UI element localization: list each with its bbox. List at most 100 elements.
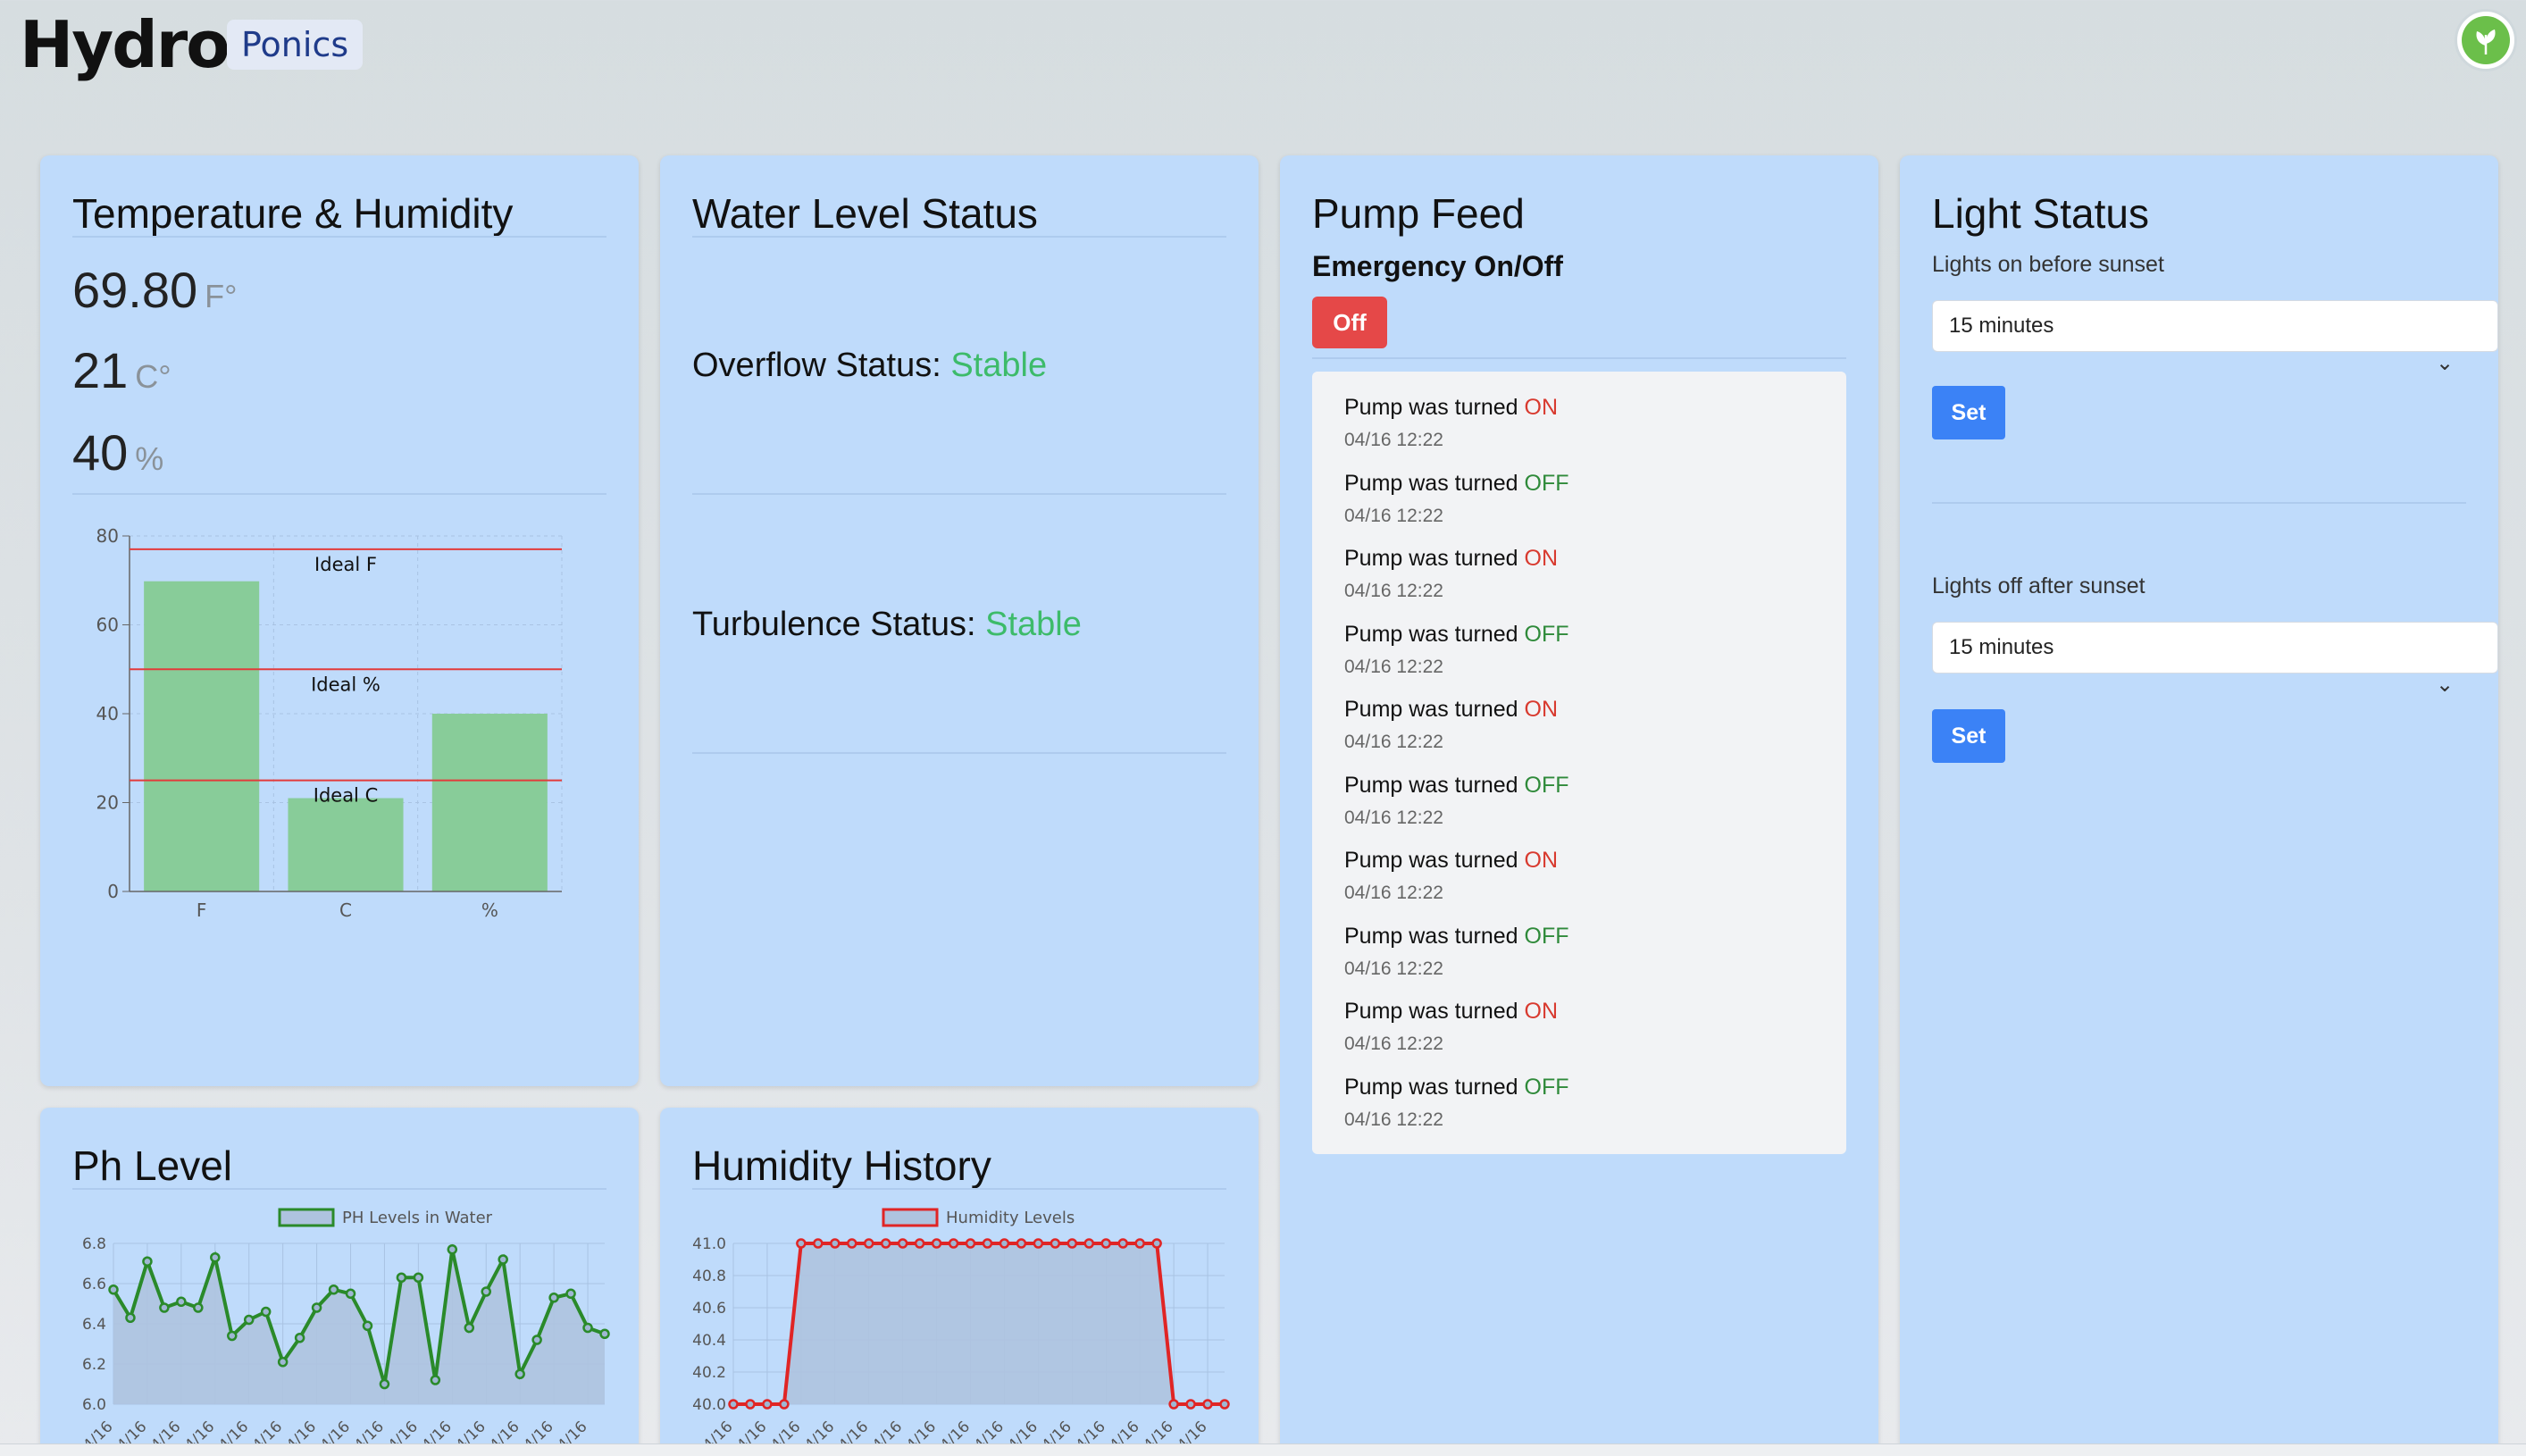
reference-label: Ideal C (314, 785, 379, 807)
y-tick-label: 6.8 (82, 1235, 106, 1253)
app-title[interactable]: Hydro (20, 7, 230, 82)
list-item: Pump was turned ON 04/16 12:22 (1344, 395, 1558, 451)
log-timestamp: 04/16 12:22 (1344, 958, 1443, 979)
water-level-card: Water Level Status Overflow Status: Stab… (660, 155, 1259, 1086)
data-point (362, 1320, 373, 1331)
log-state: OFF (1524, 621, 1569, 647)
app-badge: Ponics (227, 20, 364, 70)
data-point (481, 1286, 491, 1297)
area-fill (113, 1249, 605, 1404)
set-before-button[interactable]: Set (1932, 386, 2005, 439)
y-tick-label: 6.2 (82, 1356, 106, 1374)
log-prefix: Pump was turned (1344, 772, 1525, 798)
y-tick-label: 0 (107, 881, 119, 902)
pump-log: Pump was turned ON 04/16 12:22 Pump was tu… (1312, 372, 1846, 1154)
avatar[interactable] (2455, 9, 2517, 71)
data-point (1100, 1238, 1111, 1249)
chevron-down-icon[interactable]: ⌄ (2436, 350, 2454, 375)
divider (72, 236, 606, 238)
divider (692, 493, 1226, 495)
log-timestamp: 04/16 12:22 (1344, 656, 1443, 677)
y-tick-label: 60 (96, 615, 119, 636)
humidity-readout: 40% (72, 423, 163, 481)
emergency-label: Emergency On/Off (1312, 250, 1563, 282)
log-message: Pump was turned OFF (1344, 471, 1569, 497)
data-point (999, 1238, 1010, 1249)
data-point (1117, 1238, 1128, 1249)
log-prefix: Pump was turned (1344, 470, 1525, 496)
data-point (243, 1314, 255, 1326)
data-point (311, 1302, 322, 1313)
y-tick-label: 41.0 (692, 1235, 726, 1253)
data-point (514, 1368, 525, 1379)
log-prefix: Pump was turned (1344, 999, 1525, 1024)
area-fill (733, 1243, 1225, 1404)
log-prefix: Pump was turned (1344, 621, 1525, 647)
bottom-bar (0, 1443, 2526, 1456)
data-point (1033, 1238, 1044, 1249)
data-point (796, 1238, 807, 1249)
lights-after-select[interactable]: 15 minutes (1932, 622, 2498, 674)
log-state: OFF (1524, 772, 1569, 798)
list-item: Pump was turned ON 04/16 12:22 (1344, 697, 1558, 753)
data-point (464, 1322, 475, 1334)
log-timestamp: 04/16 12:22 (1344, 1033, 1443, 1054)
log-message: Pump was turned OFF (1344, 1075, 1569, 1100)
data-point (1016, 1238, 1027, 1249)
log-message: Pump was turned ON (1344, 999, 1558, 1025)
data-point (599, 1328, 610, 1339)
card-title: Water Level Status (692, 190, 1038, 237)
reference-label: Ideal % (311, 674, 381, 695)
log-state: ON (1524, 848, 1559, 873)
chevron-down-icon[interactable]: ⌄ (2436, 672, 2454, 697)
emergency-off-button[interactable]: Off (1312, 297, 1387, 348)
log-message: Pump was turned ON (1344, 395, 1558, 421)
data-point (1202, 1399, 1213, 1410)
log-prefix: Pump was turned (1344, 697, 1525, 722)
humidity-line-chart: Humidity Levels40.040.240.440.640.841.04… (692, 1208, 1230, 1455)
celsius-unit: C° (135, 358, 171, 395)
data-point (982, 1238, 993, 1249)
log-prefix: Pump was turned (1344, 546, 1525, 571)
divider (692, 1188, 1226, 1190)
data-point (931, 1238, 942, 1249)
log-message: Pump was turned ON (1344, 848, 1558, 874)
log-prefix: Pump was turned (1344, 395, 1525, 420)
list-item: Pump was turned OFF 04/16 12:22 (1344, 773, 1569, 829)
bar (144, 581, 260, 891)
data-point (965, 1238, 976, 1249)
data-point (1050, 1238, 1061, 1249)
log-timestamp: 04/16 12:22 (1344, 732, 1443, 752)
log-prefix: Pump was turned (1344, 1074, 1525, 1100)
data-point (1066, 1238, 1078, 1249)
data-point (914, 1238, 925, 1249)
log-timestamp: 04/16 12:22 (1344, 430, 1443, 450)
card-title: Temperature & Humidity (72, 190, 514, 237)
data-point (880, 1238, 891, 1249)
data-point (447, 1244, 458, 1255)
fahrenheit-value: 69.80 (72, 262, 198, 318)
data-point (413, 1272, 424, 1283)
data-point (498, 1254, 508, 1265)
data-point (548, 1293, 559, 1303)
divider (72, 1188, 606, 1190)
divider (1312, 357, 1846, 359)
data-point (328, 1284, 339, 1295)
humidity-value: 40 (72, 424, 129, 481)
set-after-button[interactable]: Set (1932, 709, 2005, 763)
celsius-value: 21 (72, 342, 129, 398)
lights-before-select[interactable]: 15 minutes (1932, 300, 2498, 352)
turbulence-label: Turbulence Status: (692, 606, 976, 643)
fahrenheit-readout: 69.80 F° (72, 261, 238, 319)
data-point (430, 1375, 441, 1385)
data-point (813, 1238, 824, 1249)
pump-feed-card: Pump Feed Emergency On/Off Off Pump was … (1280, 155, 1878, 1456)
legend-swatch (278, 1208, 335, 1227)
top-bar: Hydro Ponics (0, 0, 2526, 98)
y-tick-label: 40.8 (692, 1268, 726, 1285)
data-point (159, 1302, 170, 1313)
leaf-icon (2462, 16, 2510, 64)
log-message: Pump was turned ON (1344, 697, 1558, 723)
temperature-bar-chart: F C % 0 20 40 60 80 Ideal F Ideal % Ideal C (96, 525, 563, 921)
data-point (897, 1238, 908, 1249)
